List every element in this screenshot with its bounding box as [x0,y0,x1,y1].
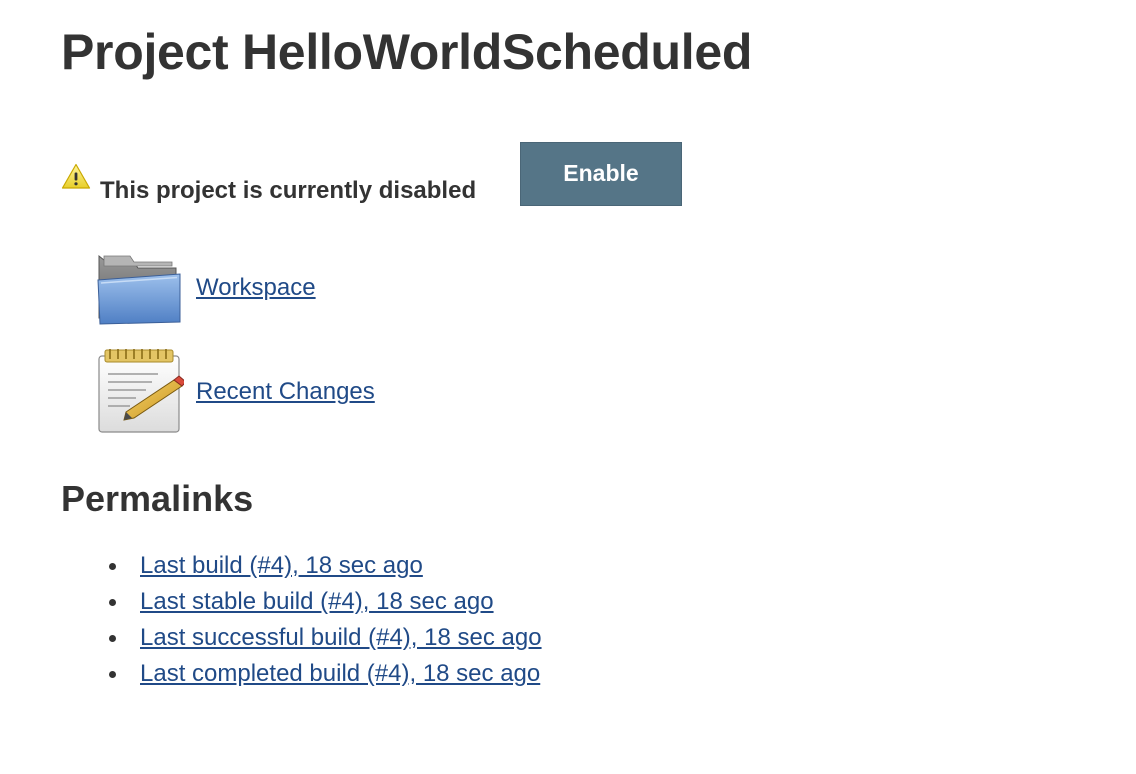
recent-changes-task[interactable]: Recent Changes [96,346,496,436]
bullet-icon [109,635,116,642]
folder-icon [96,246,184,334]
workspace-task[interactable]: Workspace [96,246,496,336]
permalink-item: Last stable build (#4), 18 sec ago [106,584,542,620]
last-stable-build-link[interactable]: Last stable build (#4), 18 sec ago [140,588,494,615]
workspace-link[interactable]: Workspace [196,274,316,302]
notepad-icon [96,346,187,434]
warning-icon [61,163,91,190]
enable-button[interactable]: Enable [520,142,682,206]
permalink-item: Last build (#4), 18 sec ago [106,548,542,584]
permalink-item: Last completed build (#4), 18 sec ago [106,656,542,692]
project-page: Project HelloWorldScheduled This project… [0,0,1136,774]
page-title: Project HelloWorldScheduled [61,24,753,80]
bullet-icon [109,563,116,570]
last-successful-build-link[interactable]: Last successful build (#4), 18 sec ago [140,624,542,651]
permalink-item: Last successful build (#4), 18 sec ago [106,620,542,656]
permalinks-list: Last build (#4), 18 sec ago Last stable … [106,548,542,692]
disabled-message: This project is currently disabled [100,177,477,204]
disabled-notice: This project is currently disabled Enabl… [61,142,701,206]
permalinks-heading: Permalinks [61,478,254,519]
bullet-icon [109,671,116,678]
last-build-link[interactable]: Last build (#4), 18 sec ago [140,552,423,579]
last-completed-build-link[interactable]: Last completed build (#4), 18 sec ago [140,660,540,687]
bullet-icon [109,599,116,606]
recent-changes-link[interactable]: Recent Changes [196,378,375,406]
